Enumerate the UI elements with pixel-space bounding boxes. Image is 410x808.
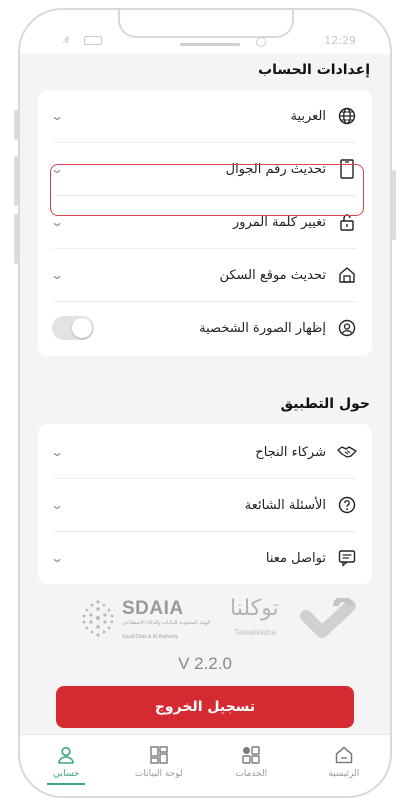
tawakkalna-logo: توكلنا Tawakkalna — [230, 596, 360, 644]
tawakkalna-heart-icon — [300, 598, 356, 638]
handshake-icon — [336, 441, 358, 463]
partner-logos: SDAIA الهيئة السعودية للبيانات والذكاء ا… — [20, 592, 390, 648]
active-indicator — [47, 783, 86, 785]
row-partners[interactable]: شركاء النجاح ⌄ — [38, 426, 372, 478]
status-bar: .ıll 12:29 — [20, 10, 390, 54]
row-label: تواصل معنا — [265, 550, 326, 566]
home-icon — [335, 746, 352, 764]
logout-button[interactable]: تسجيل الخروج — [56, 686, 354, 728]
services-icon — [242, 746, 260, 764]
signal-icon: .ıll — [62, 36, 69, 46]
row-label: تغيير كلمة المرور — [233, 214, 326, 230]
show-photo-toggle[interactable] — [52, 316, 94, 340]
speaker — [180, 43, 240, 46]
row-label: إظهار الصورة الشخصية — [199, 320, 326, 336]
row-update-residence[interactable]: تحديث موقع السكن ⌄ — [38, 249, 372, 301]
side-button — [392, 170, 396, 240]
row-faq[interactable]: الأسئلة الشائعة ⌄ — [38, 479, 372, 531]
chevron-down-icon: ⌄ — [49, 268, 65, 282]
battery-icon — [84, 36, 102, 45]
nav-label: حسابي — [53, 769, 80, 779]
sdaia-english: Saudi Data & AI Authority — [122, 634, 179, 640]
phone-frame: .ıll 12:29 إعدادات الحساب العربية ⌄ تحدي… — [18, 8, 392, 798]
nav-home[interactable]: الرئيسية — [298, 735, 391, 796]
nav-dashboard[interactable]: لوحة البيانات — [113, 735, 206, 796]
tawakkalna-arabic: توكلنا — [230, 596, 279, 621]
row-label: شركاء النجاح — [255, 444, 326, 460]
nav-label: الخدمات — [235, 769, 268, 779]
nav-label: لوحة البيانات — [134, 769, 183, 779]
user-icon — [58, 746, 75, 764]
row-contact-us[interactable]: تواصل معنا ⌄ — [38, 532, 372, 584]
highlight-outline — [50, 164, 364, 216]
chevron-down-icon: ⌄ — [49, 551, 65, 565]
account-settings-card: العربية ⌄ تحديث رقم الجوال ⌄ تغيير كلمة … — [38, 90, 372, 356]
question-icon — [336, 494, 358, 516]
chevron-down-icon: ⌄ — [49, 445, 65, 459]
row-label: تحديث موقع السكن — [219, 267, 326, 283]
bottom-navigation: حسابي لوحة البيانات الخدمات الرئيسية — [20, 734, 390, 796]
settings-content: إعدادات الحساب العربية ⌄ تحديث رقم الجوا… — [20, 54, 390, 734]
home-icon — [336, 264, 358, 286]
chevron-down-icon: ⌄ — [49, 109, 65, 123]
chat-icon — [336, 547, 358, 569]
user-circle-icon — [336, 317, 358, 339]
row-show-photo: إظهار الصورة الشخصية — [38, 302, 372, 354]
row-label: العربية — [290, 108, 326, 124]
camera — [256, 37, 266, 47]
dashboard-icon — [150, 746, 168, 764]
section-title-account: إعدادات الحساب — [258, 62, 370, 78]
status-time: 12:29 — [324, 34, 356, 47]
section-title-about: حول التطبيق — [280, 396, 370, 412]
app-version: V 2.2.0 — [178, 654, 232, 673]
toggle-knob — [72, 318, 92, 338]
row-language[interactable]: العربية ⌄ — [38, 90, 372, 142]
sdaia-logo: SDAIA الهيئة السعودية للبيانات والذكاء ا… — [80, 596, 220, 644]
tawakkalna-english: Tawakkalna — [234, 628, 276, 637]
sdaia-arabic: الهيئة السعودية للبيانات والذكاء الاصطنا… — [122, 620, 211, 626]
nav-services[interactable]: الخدمات — [205, 735, 298, 796]
sdaia-name: SDAIA — [122, 598, 184, 619]
notch — [118, 10, 294, 38]
chevron-down-icon: ⌄ — [49, 498, 65, 512]
chevron-down-icon: ⌄ — [49, 215, 65, 229]
globe-icon — [336, 105, 358, 127]
nav-label: الرئيسية — [328, 769, 360, 779]
row-label: الأسئلة الشائعة — [244, 497, 326, 513]
about-app-card: شركاء النجاح ⌄ الأسئلة الشائعة ⌄ تواصل م… — [38, 424, 372, 584]
nav-my-account[interactable]: حسابي — [20, 735, 113, 796]
